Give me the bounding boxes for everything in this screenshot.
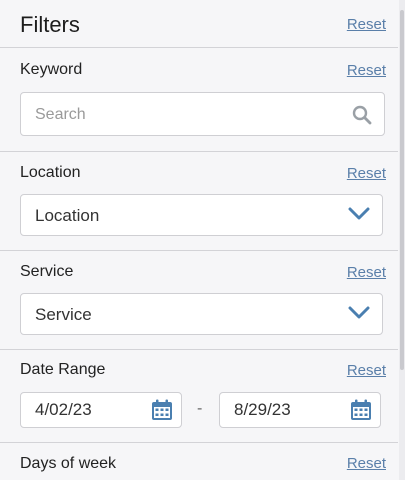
- service-select[interactable]: Service: [20, 293, 383, 335]
- search-input[interactable]: Search: [35, 106, 86, 124]
- scrollbar-thumb[interactable]: [400, 10, 404, 370]
- keyword-search-field[interactable]: Search: [20, 92, 385, 136]
- end-date-field[interactable]: 8/29/23: [219, 392, 381, 428]
- keyword-reset-link[interactable]: Reset: [347, 62, 386, 79]
- chevron-down-icon: [348, 306, 370, 326]
- date-range-separator: -: [197, 400, 203, 417]
- service-reset-link[interactable]: Reset: [347, 264, 386, 281]
- location-reset-link[interactable]: Reset: [347, 165, 386, 182]
- location-selected-value: Location: [35, 206, 100, 225]
- start-date-field[interactable]: 4/02/23: [20, 392, 182, 428]
- service-selected-value: Service: [35, 305, 92, 324]
- date-range-label: Date Range: [20, 361, 106, 378]
- days-of-week-label: Days of week: [20, 455, 117, 472]
- filters-panel: Filters Reset Keyword Reset Search Locat…: [0, 0, 398, 480]
- divider: [0, 349, 398, 350]
- keyword-label: Keyword: [20, 61, 83, 78]
- reset-all-link[interactable]: Reset: [347, 16, 386, 33]
- location-select[interactable]: Location: [20, 194, 383, 236]
- service-label: Service: [20, 263, 74, 280]
- start-date-value: 4/02/23: [35, 400, 92, 419]
- days-of-week-reset-link[interactable]: Reset: [347, 455, 386, 472]
- date-range-inputs: 4/02/23 - 8/29/23: [0, 392, 398, 428]
- chevron-down-icon: [348, 207, 370, 227]
- divider: [0, 250, 398, 251]
- date-range-reset-link[interactable]: Reset: [347, 362, 386, 379]
- location-label: Location: [20, 164, 81, 181]
- calendar-icon[interactable]: [350, 399, 372, 421]
- filters-title: Filters: [20, 12, 80, 37]
- divider: [0, 442, 398, 443]
- divider: [0, 47, 398, 48]
- divider: [0, 151, 398, 152]
- calendar-icon[interactable]: [151, 399, 173, 421]
- end-date-value: 8/29/23: [234, 400, 291, 419]
- search-icon[interactable]: [352, 105, 372, 125]
